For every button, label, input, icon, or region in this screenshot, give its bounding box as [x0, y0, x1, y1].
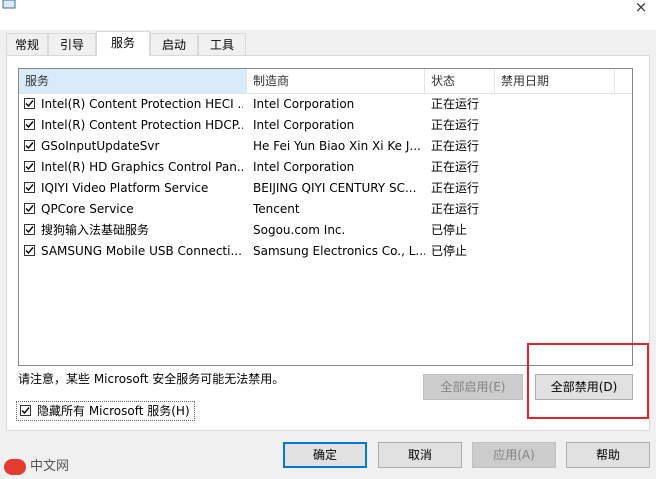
service-manufacturer: He Fei Yun Biao Xin Xi Ke J... — [253, 139, 421, 153]
checkbox — [20, 405, 31, 416]
highlight-annotation — [527, 343, 649, 419]
watermark-text: 中文网 — [30, 459, 70, 474]
service-checkbox[interactable] — [24, 182, 35, 193]
service-checkbox[interactable] — [24, 224, 35, 235]
tab-tools[interactable]: 工具 — [198, 33, 246, 55]
service-manufacturer: Tencent — [253, 202, 300, 216]
column-header-manufacturer[interactable]: 制造商 — [247, 69, 425, 93]
column-header-disabled-date[interactable]: 禁用日期 — [495, 69, 615, 93]
service-status: 正在运行 — [431, 202, 480, 216]
service-checkbox[interactable] — [24, 203, 35, 214]
service-manufacturer: Intel Corporation — [253, 97, 355, 111]
service-checkbox[interactable] — [24, 98, 35, 109]
hide-microsoft-services-label: 隐藏所有 Microsoft 服务(H) — [37, 404, 190, 418]
help-button[interactable]: 帮助 — [566, 442, 650, 468]
check-icon — [25, 142, 34, 150]
table-row[interactable]: Intel(R) Content Protection HDCP... Intel… — [19, 115, 632, 136]
column-header-status[interactable]: 状态 — [425, 69, 495, 93]
service-manufacturer: Sogou.com Inc. — [253, 223, 346, 237]
service-status: 正在运行 — [431, 139, 480, 153]
service-manufacturer: Samsung Electronics Co., L... — [253, 244, 425, 258]
service-status: 已停止 — [431, 244, 468, 258]
title-bar: × — [0, 0, 656, 30]
service-checkbox[interactable] — [24, 140, 35, 151]
service-status: 正在运行 — [431, 160, 480, 174]
service-status: 正在运行 — [431, 118, 480, 132]
service-name: 搜狗输入法基础服务 — [41, 223, 150, 237]
table-row[interactable]: QPCore Service Tencent 正在运行 — [19, 199, 632, 220]
apply-button[interactable]: 应用(A) — [472, 442, 556, 468]
enable-all-button[interactable]: 全部启用(E) — [423, 374, 523, 400]
check-icon — [25, 163, 34, 171]
ok-button[interactable]: 确定 — [283, 442, 367, 468]
service-manufacturer: BEIJING QIYI CENTURY SC... — [253, 181, 417, 195]
service-name: SAMSUNG Mobile USB Connecti... — [41, 244, 242, 258]
security-note: 请注意，某些 Microsoft 安全服务可能无法禁用。 — [18, 372, 285, 386]
tab-general[interactable]: 常规 — [6, 33, 48, 55]
service-checkbox[interactable] — [24, 245, 35, 256]
service-name: Intel(R) HD Graphics Control Pan... — [41, 160, 243, 174]
service-checkbox[interactable] — [24, 161, 35, 172]
service-name: Intel(R) Content Protection HECI ... — [41, 97, 243, 111]
service-status: 正在运行 — [431, 97, 480, 111]
services-list[interactable]: 服务 制造商 状态 禁用日期 Intel(R) Content Protecti… — [18, 68, 633, 366]
check-icon — [25, 226, 34, 234]
service-name: Intel(R) Content Protection HDCP... — [41, 118, 243, 132]
service-checkbox[interactable] — [24, 119, 35, 130]
list-header: 服务 制造商 状态 禁用日期 — [19, 69, 632, 94]
table-row[interactable]: SAMSUNG Mobile USB Connecti... Samsung El… — [19, 241, 632, 262]
service-status: 已停止 — [431, 223, 468, 237]
table-row[interactable]: 搜狗输入法基础服务 Sogou.com Inc. 已停止 — [19, 220, 632, 241]
service-name: QPCore Service — [41, 202, 134, 216]
table-row[interactable]: Intel(R) HD Graphics Control Pan... Intel… — [19, 157, 632, 178]
check-icon — [21, 407, 30, 415]
column-header-service[interactable]: 服务 — [19, 69, 247, 93]
service-status: 正在运行 — [431, 181, 480, 195]
tab-startup[interactable]: 启动 — [150, 33, 198, 55]
check-icon — [25, 121, 34, 129]
tab-services[interactable]: 服务 — [96, 31, 150, 56]
table-row[interactable]: IQIYI Video Platform Service BEIJING QIYI… — [19, 178, 632, 199]
hide-microsoft-services-checkbox[interactable]: 隐藏所有 Microsoft 服务(H) — [16, 401, 195, 421]
close-icon[interactable]: × — [626, 0, 656, 20]
check-icon — [25, 205, 34, 213]
service-manufacturer: Intel Corporation — [253, 160, 355, 174]
table-row[interactable]: GSoInputUpdateSvr He Fei Yun Biao Xin Xi … — [19, 136, 632, 157]
service-name: GSoInputUpdateSvr — [41, 139, 160, 153]
cancel-button[interactable]: 取消 — [378, 442, 462, 468]
php-logo — [4, 459, 26, 475]
table-row[interactable]: Intel(R) Content Protection HECI ... Inte… — [19, 94, 632, 115]
check-icon — [25, 247, 34, 255]
tab-boot[interactable]: 引导 — [48, 33, 96, 55]
service-manufacturer: Intel Corporation — [253, 118, 355, 132]
app-icon — [2, 0, 16, 9]
check-icon — [25, 184, 34, 192]
check-icon — [25, 100, 34, 108]
service-name: IQIYI Video Platform Service — [41, 181, 209, 195]
